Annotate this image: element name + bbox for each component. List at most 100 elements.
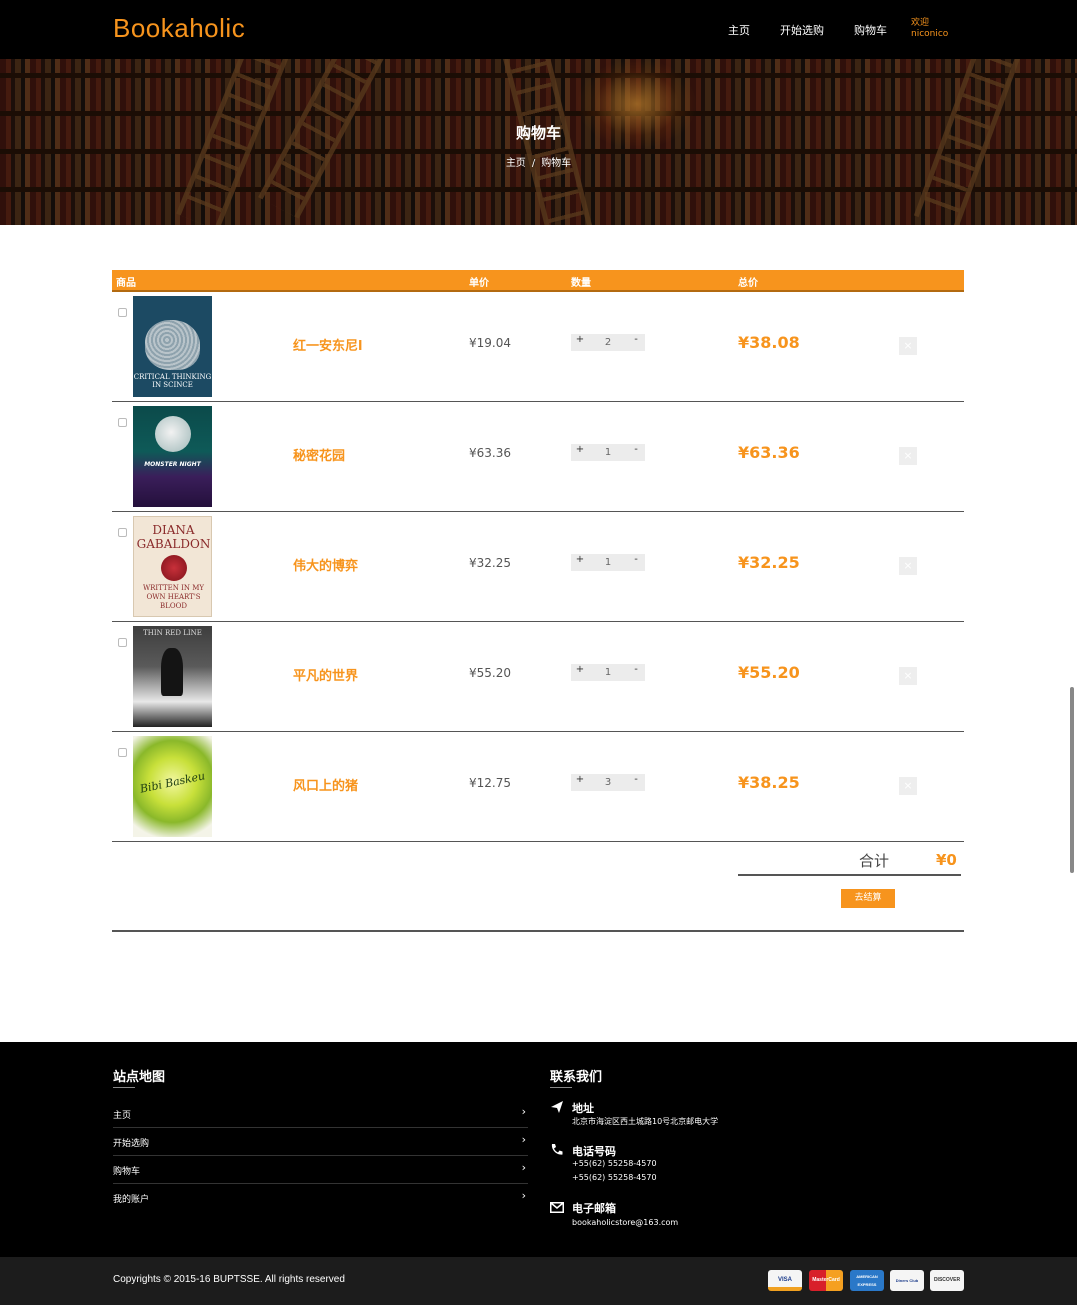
select-checkbox[interactable] bbox=[118, 748, 127, 757]
increment-button[interactable]: + bbox=[575, 664, 585, 675]
remove-item-button[interactable]: × bbox=[899, 447, 917, 465]
book-title[interactable]: 红一安东尼l bbox=[293, 335, 362, 354]
nav-cart[interactable]: 购物车 bbox=[854, 22, 887, 38]
envelope-icon bbox=[550, 1202, 566, 1216]
copyright-text: Copyrights © 2015-16 BUPTSSE. All rights… bbox=[113, 1274, 345, 1285]
unit-price: ¥63.36 bbox=[469, 446, 511, 460]
checkout-button[interactable]: 去结算 bbox=[841, 889, 895, 908]
remove-item-button[interactable]: × bbox=[899, 667, 917, 685]
discover-card-icon: DISCOVER bbox=[930, 1270, 964, 1291]
sum-value: ¥0 bbox=[936, 851, 957, 869]
address-text: 北京市海淀区西土城路10号北京邮电大学 bbox=[572, 1117, 719, 1126]
amex-card-icon: AMERICAN EXPRESS bbox=[850, 1270, 884, 1291]
cover-title: WRITTEN IN MY OWN HEART'S BLOOD bbox=[142, 584, 205, 610]
increment-button[interactable]: + bbox=[575, 444, 585, 455]
cart-row: DIANA GABALDON WRITTEN IN MY OWN HEART'S… bbox=[112, 512, 964, 622]
cart-row: THIN RED LINE 平凡的世界 ¥55.20 + 1 - ¥55.20 … bbox=[112, 622, 964, 732]
line-total: ¥38.08 bbox=[738, 333, 800, 352]
unit-price: ¥32.25 bbox=[469, 556, 511, 570]
email-address[interactable]: bookaholicstore@163.com bbox=[572, 1218, 678, 1227]
quantity-value[interactable]: 1 bbox=[600, 447, 616, 458]
footer-link-label: 购物车 bbox=[113, 1167, 141, 1177]
page-banner: 购物车 主页 / 购物车 bbox=[0, 59, 1077, 225]
cover-author: DIANA GABALDON bbox=[136, 523, 211, 551]
select-checkbox[interactable] bbox=[118, 528, 127, 537]
book-title[interactable]: 秘密花园 bbox=[293, 445, 345, 464]
chevron-right-icon: › bbox=[521, 1161, 526, 1174]
book-cover[interactable]: THIN RED LINE bbox=[133, 626, 212, 727]
decrement-button[interactable]: - bbox=[631, 664, 641, 675]
decrement-button[interactable]: - bbox=[631, 444, 641, 455]
quantity-stepper: + 1 - bbox=[571, 664, 645, 681]
soldier-illustration bbox=[161, 648, 183, 696]
breadcrumb: 主页 / 购物车 bbox=[0, 154, 1077, 169]
welcome-label: 欢迎 bbox=[911, 18, 930, 28]
nav-home[interactable]: 主页 bbox=[728, 22, 750, 38]
book-cover[interactable]: DIANA GABALDON WRITTEN IN MY OWN HEART'S… bbox=[133, 516, 212, 617]
increment-button[interactable]: + bbox=[575, 774, 585, 785]
column-product: 商品 bbox=[116, 278, 136, 289]
breadcrumb-home[interactable]: 主页 bbox=[506, 158, 526, 169]
chevron-right-icon: › bbox=[521, 1133, 526, 1146]
select-checkbox[interactable] bbox=[118, 638, 127, 647]
page-scrollbar[interactable] bbox=[1070, 687, 1074, 873]
select-checkbox[interactable] bbox=[118, 418, 127, 427]
book-title[interactable]: 风口上的猪 bbox=[293, 775, 358, 794]
decrement-button[interactable]: - bbox=[631, 774, 641, 785]
brain-illustration bbox=[145, 320, 200, 370]
top-navbar: Bookaholic 主页 开始选购 购物车 欢迎 niconico bbox=[0, 0, 1077, 59]
quantity-value[interactable]: 1 bbox=[600, 557, 616, 568]
site-footer: 站点地图 主页 › 开始选购 › 购物车 › 我的账户 › 联系我们 地址 北京… bbox=[0, 1042, 1077, 1257]
phone-number: +55(62) 55258-4570 bbox=[572, 1173, 657, 1182]
book-cover[interactable]: CRITICAL THINKING IN SCINCE bbox=[133, 296, 212, 397]
line-total: ¥32.25 bbox=[738, 553, 800, 572]
select-checkbox[interactable] bbox=[118, 308, 127, 317]
cart-row: CRITICAL THINKING IN SCINCE 红一安东尼l ¥19.0… bbox=[112, 292, 964, 402]
paper-plane-icon bbox=[550, 1100, 566, 1117]
quantity-stepper: + 1 - bbox=[571, 554, 645, 571]
username[interactable]: niconico bbox=[911, 29, 948, 40]
cart-row: Bibi Baskeu 风口上的猪 ¥12.75 + 3 - ¥38.25 × bbox=[112, 732, 964, 842]
remove-item-button[interactable]: × bbox=[899, 557, 917, 575]
footer-link-shop[interactable]: 开始选购 › bbox=[113, 1128, 528, 1156]
quantity-stepper: + 3 - bbox=[571, 774, 645, 791]
quantity-stepper: + 1 - bbox=[571, 444, 645, 461]
cart-bottom-divider bbox=[112, 930, 964, 932]
footer-link-cart[interactable]: 购物车 › bbox=[113, 1156, 528, 1184]
moon-illustration bbox=[155, 416, 191, 452]
book-title[interactable]: 伟大的博弈 bbox=[293, 555, 358, 574]
brand-logo[interactable]: Bookaholic bbox=[113, 13, 245, 44]
quantity-value[interactable]: 3 bbox=[600, 777, 616, 788]
remove-item-button[interactable]: × bbox=[899, 777, 917, 795]
footer-link-label: 主页 bbox=[113, 1111, 132, 1121]
sum-label: 合计 bbox=[859, 852, 890, 870]
diners-club-icon: Diners Club bbox=[890, 1270, 924, 1291]
copyright-bar: Copyrights © 2015-16 BUPTSSE. All rights… bbox=[0, 1257, 1077, 1305]
cart-row: MONSTER NIGHT 秘密花园 ¥63.36 + 1 - ¥63.36 × bbox=[112, 402, 964, 512]
quantity-value[interactable]: 1 bbox=[600, 667, 616, 678]
cover-title: MONSTER NIGHT bbox=[144, 461, 201, 468]
book-title[interactable]: 平凡的世界 bbox=[293, 665, 358, 684]
remove-item-button[interactable]: × bbox=[899, 337, 917, 355]
quantity-value[interactable]: 2 bbox=[600, 337, 616, 348]
decrement-button[interactable]: - bbox=[631, 334, 641, 345]
contact-heading: 联系我们 bbox=[550, 1070, 603, 1085]
visa-card-icon: VISA bbox=[768, 1270, 802, 1291]
phone-title: 电话号码 bbox=[572, 1145, 616, 1158]
mastercard-icon: MasterCard bbox=[809, 1270, 843, 1291]
book-cover[interactable]: Bibi Baskeu bbox=[133, 736, 212, 837]
footer-link-home[interactable]: 主页 › bbox=[113, 1100, 528, 1128]
user-welcome[interactable]: 欢迎 niconico bbox=[911, 18, 948, 40]
nav-shop[interactable]: 开始选购 bbox=[780, 22, 824, 38]
book-cover[interactable]: MONSTER NIGHT bbox=[133, 406, 212, 507]
heading-underline bbox=[550, 1087, 572, 1088]
unit-price: ¥19.04 bbox=[469, 336, 511, 350]
decrement-button[interactable]: - bbox=[631, 554, 641, 565]
increment-button[interactable]: + bbox=[575, 334, 585, 345]
increment-button[interactable]: + bbox=[575, 554, 585, 565]
chevron-right-icon: › bbox=[521, 1189, 526, 1202]
quantity-stepper: + 2 - bbox=[571, 334, 645, 351]
unit-price: ¥12.75 bbox=[469, 776, 511, 790]
footer-link-account[interactable]: 我的账户 › bbox=[113, 1184, 528, 1212]
cover-title: THIN RED LINE bbox=[143, 629, 202, 637]
